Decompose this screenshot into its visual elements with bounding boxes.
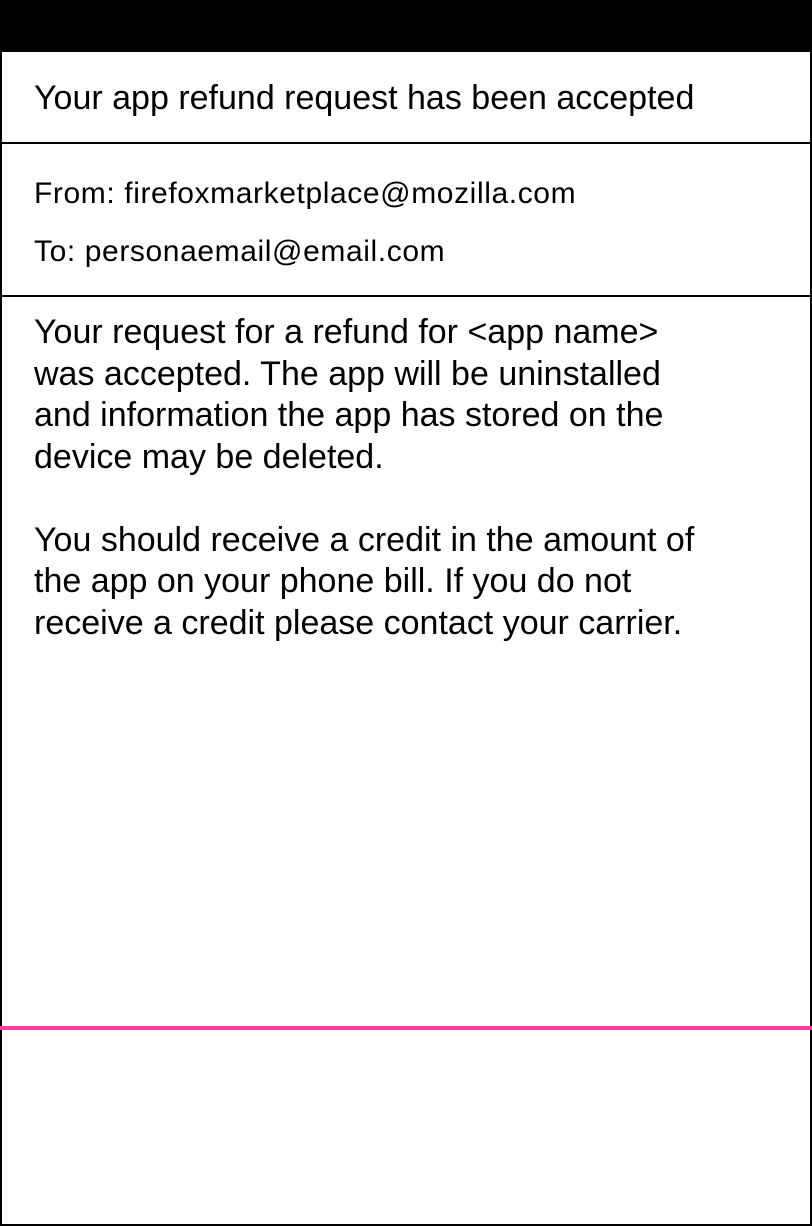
fold-divider (0, 1026, 812, 1030)
email-subject: Your app refund request has been accepte… (34, 79, 695, 117)
email-from: From: firefoxmarketplace@mozilla.com (34, 177, 577, 210)
email-header: From: firefoxmarketplace@mozilla.com To:… (0, 144, 812, 297)
status-bar (0, 0, 812, 52)
email-body-paragraph-1: Your request for a refund for <app name>… (34, 313, 664, 476)
email-body: Your request for a refund for <app name>… (34, 312, 804, 644)
email-body-paragraph-2: You should receive a credit in the amoun… (34, 520, 695, 642)
email-subject-row: Your app refund request has been accepte… (0, 52, 812, 144)
email-to: To: personaemail@email.com (34, 235, 446, 268)
